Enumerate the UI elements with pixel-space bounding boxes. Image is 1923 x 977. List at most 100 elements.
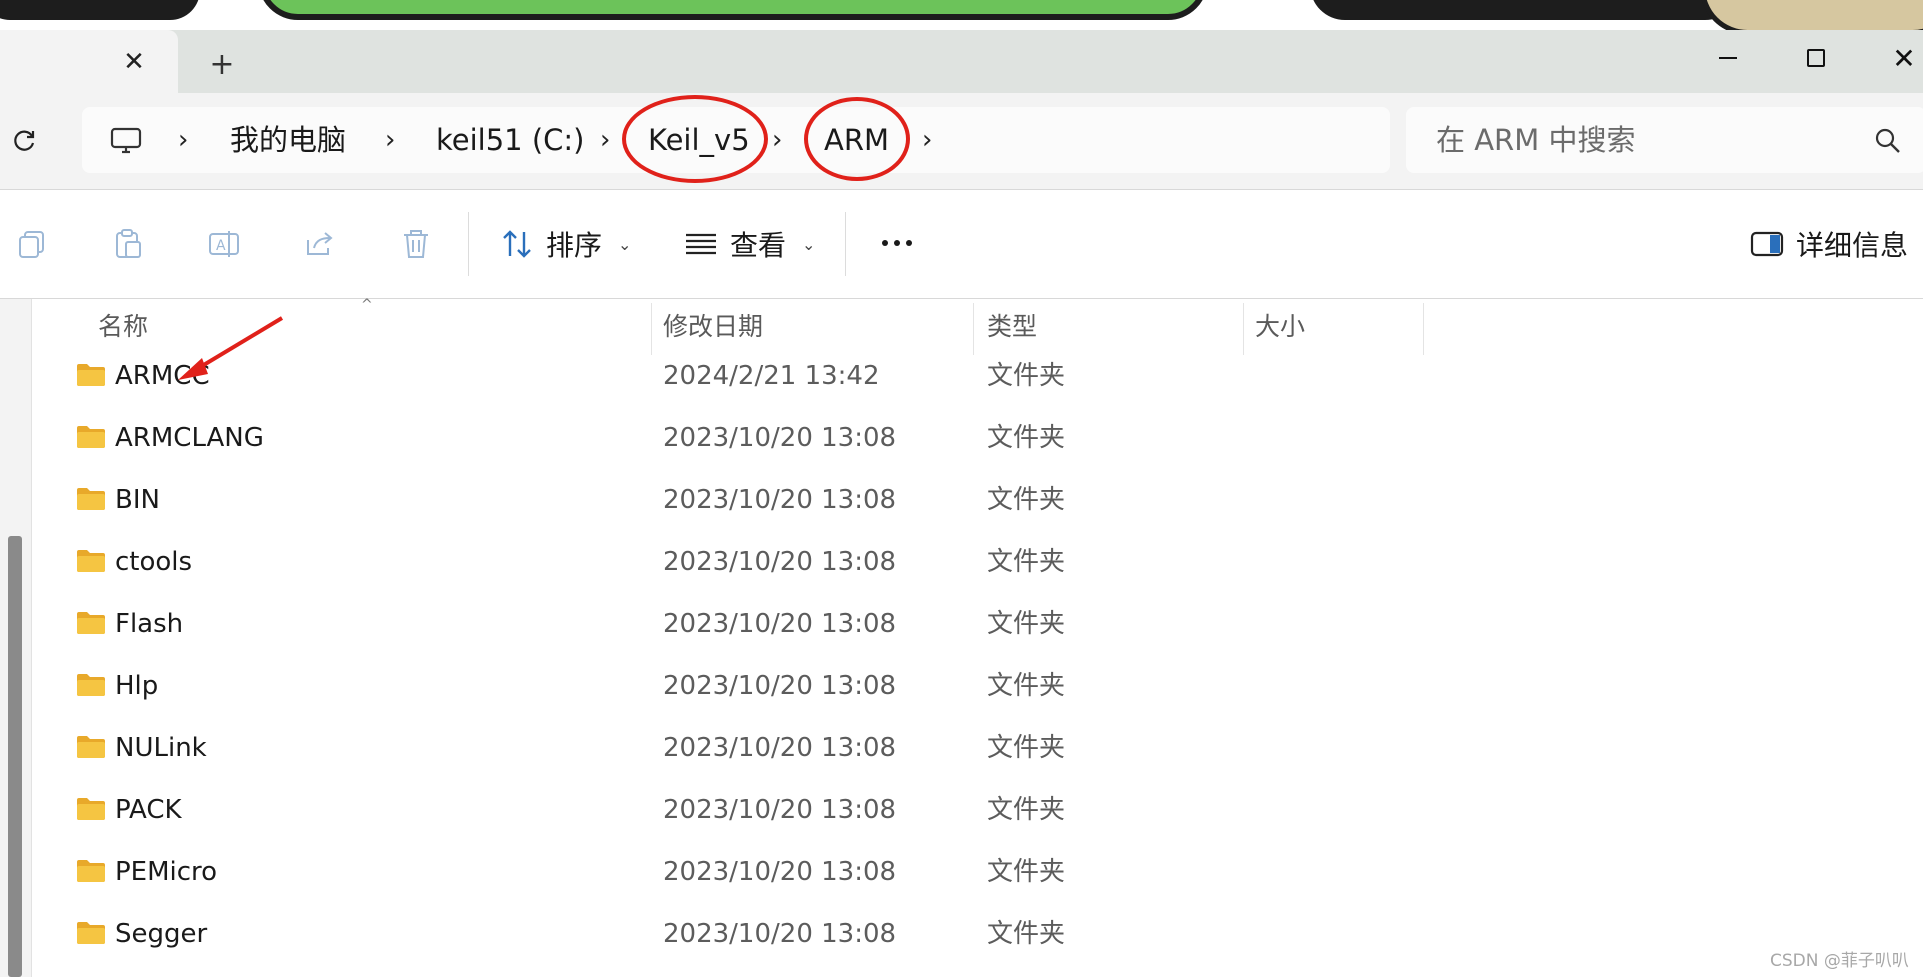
file-type: 文件夹 [987,795,1066,825]
file-row[interactable]: BIN 2023/10/20 13:08 文件夹 [33,469,1923,531]
file-type: 文件夹 [987,485,1066,515]
file-row[interactable]: NULink 2023/10/20 13:08 文件夹 [33,717,1923,779]
file-name: PACK [115,795,182,825]
desktop-background-strip [0,0,1923,30]
maximize-button[interactable] [1786,38,1846,78]
file-name: BIN [115,485,160,515]
refresh-button[interactable] [4,121,44,161]
refresh-icon [14,130,35,151]
file-type: 文件夹 [987,361,1066,391]
copy-button[interactable] [12,224,52,264]
file-row[interactable]: PEMicro 2023/10/20 13:08 文件夹 [33,841,1923,903]
file-row[interactable]: Hlp 2023/10/20 13:08 文件夹 [33,655,1923,717]
minimize-button[interactable] [1698,38,1758,78]
toolbar-separator [468,212,469,276]
file-name: Flash [115,609,184,639]
chevron-down-icon: ⌄ [802,234,816,254]
file-name: ARMCLANG [115,423,264,453]
rename-icon: A [209,231,239,257]
background-art-left [0,0,200,20]
new-tab-button[interactable]: + [202,46,242,82]
share-button[interactable] [300,224,340,264]
breadcrumb-chevron[interactable]: › [385,107,395,173]
breadcrumb-chevron[interactable]: › [772,107,782,173]
paste-button[interactable] [108,224,148,264]
sort-ascending-icon: ^ [361,297,373,313]
file-name: ARMCC [115,361,210,391]
file-name: ctools [115,547,193,577]
folder-icon [77,860,105,882]
folder-icon [77,612,105,634]
background-art-right [1310,0,1740,20]
trash-icon [404,230,428,258]
search-icon[interactable] [1874,127,1902,155]
details-pane-icon [1750,231,1784,257]
folder-icon [77,798,105,820]
background-art-character [1700,0,1923,30]
search-input[interactable]: 在 ARM 中搜索 [1436,107,1635,173]
folder-icon [77,550,105,572]
nav-scrollbar-thumb[interactable] [8,536,22,977]
file-modified-date: 2023/10/20 13:08 [663,795,897,825]
breadcrumb-item-drive[interactable]: keil51 (C:) [436,107,584,173]
more-dot-icon [906,240,912,246]
command-bar: A 排序 ⌄ 查看 ⌄ 详细信息 [0,190,1923,298]
folder-icon [77,674,105,696]
share-icon [307,232,333,255]
file-type: 文件夹 [987,733,1066,763]
file-modified-date: 2023/10/20 13:08 [663,547,897,577]
address-bar[interactable]: › 我的电脑 › keil51 (C:) › Keil_v5 › ARM › [82,95,1390,183]
file-row[interactable]: Flash 2023/10/20 13:08 文件夹 [33,593,1923,655]
sort-label: 排序 [546,229,603,262]
file-type: 文件夹 [987,919,1066,949]
folder-icon [77,736,105,758]
file-name: Segger [115,919,208,949]
chevron-down-icon: ⌄ [618,234,632,254]
copy-icon [19,231,44,258]
file-row[interactable]: ctools 2023/10/20 13:08 文件夹 [33,531,1923,593]
breadcrumb-chevron[interactable]: › [178,107,188,173]
file-row[interactable]: PACK 2023/10/20 13:08 文件夹 [33,779,1923,841]
file-modified-date: 2023/10/20 13:08 [663,609,897,639]
delete-button[interactable] [396,224,436,264]
breadcrumb-item-arm[interactable]: ARM [824,107,889,173]
watermark: CSDN @菲子叭叭 [1770,951,1909,971]
breadcrumb-chevron[interactable]: › [600,107,610,173]
file-modified-date: 2023/10/20 13:08 [663,857,897,887]
close-tab-icon[interactable]: ✕ [116,44,152,80]
file-modified-date: 2023/10/20 13:08 [663,671,897,701]
folder-icon [77,364,105,386]
file-modified-date: 2023/10/20 13:08 [663,733,897,763]
file-modified-date: 2023/10/20 13:08 [663,919,897,949]
breadcrumb-item-keil-v5[interactable]: Keil_v5 [648,107,750,173]
breadcrumb-chevron[interactable]: › [922,107,932,173]
file-type: 文件夹 [987,423,1066,453]
sort-button[interactable]: 排序 ⌄ [500,214,631,274]
this-pc-icon[interactable] [110,127,142,155]
file-row[interactable]: Segger 2023/10/20 13:08 文件夹 [33,903,1923,965]
rename-button[interactable]: A [204,224,244,264]
file-row[interactable]: ARMCC 2024/2/21 13:42 文件夹 [33,345,1923,407]
file-type: 文件夹 [987,857,1066,887]
title-bar: ✕ + ✕ [0,30,1923,93]
view-button[interactable]: 查看 ⌄ [684,214,815,274]
file-list: ^ 名称 修改日期 类型 大小 ARMCC 2024/2/21 13:42 文件夹 A… [33,297,1923,977]
toolbar-separator [845,212,846,276]
minimize-icon [1719,57,1737,59]
address-row: › 我的电脑 › keil51 (C:) › Keil_v5 › ARM › 在… [0,93,1923,189]
file-modified-date: 2023/10/20 13:08 [663,485,897,515]
explorer-tab[interactable]: ✕ [0,30,178,93]
breadcrumb-item-my-computer[interactable]: 我的电脑 [230,107,346,173]
close-window-button[interactable]: ✕ [1874,38,1923,78]
svg-text:A: A [216,238,226,254]
more-options-button[interactable] [872,218,922,268]
folder-icon [77,426,105,448]
maximize-icon [1807,49,1825,67]
file-type: 文件夹 [987,609,1066,639]
details-label: 详细信息 [1796,229,1909,262]
details-pane-button[interactable]: 详细信息 [1750,214,1908,274]
file-row[interactable]: ARMCLANG 2023/10/20 13:08 文件夹 [33,407,1923,469]
file-modified-date: 2023/10/20 13:08 [663,423,897,453]
file-type: 文件夹 [987,671,1066,701]
search-box[interactable]: 在 ARM 中搜索 [1406,107,1923,173]
